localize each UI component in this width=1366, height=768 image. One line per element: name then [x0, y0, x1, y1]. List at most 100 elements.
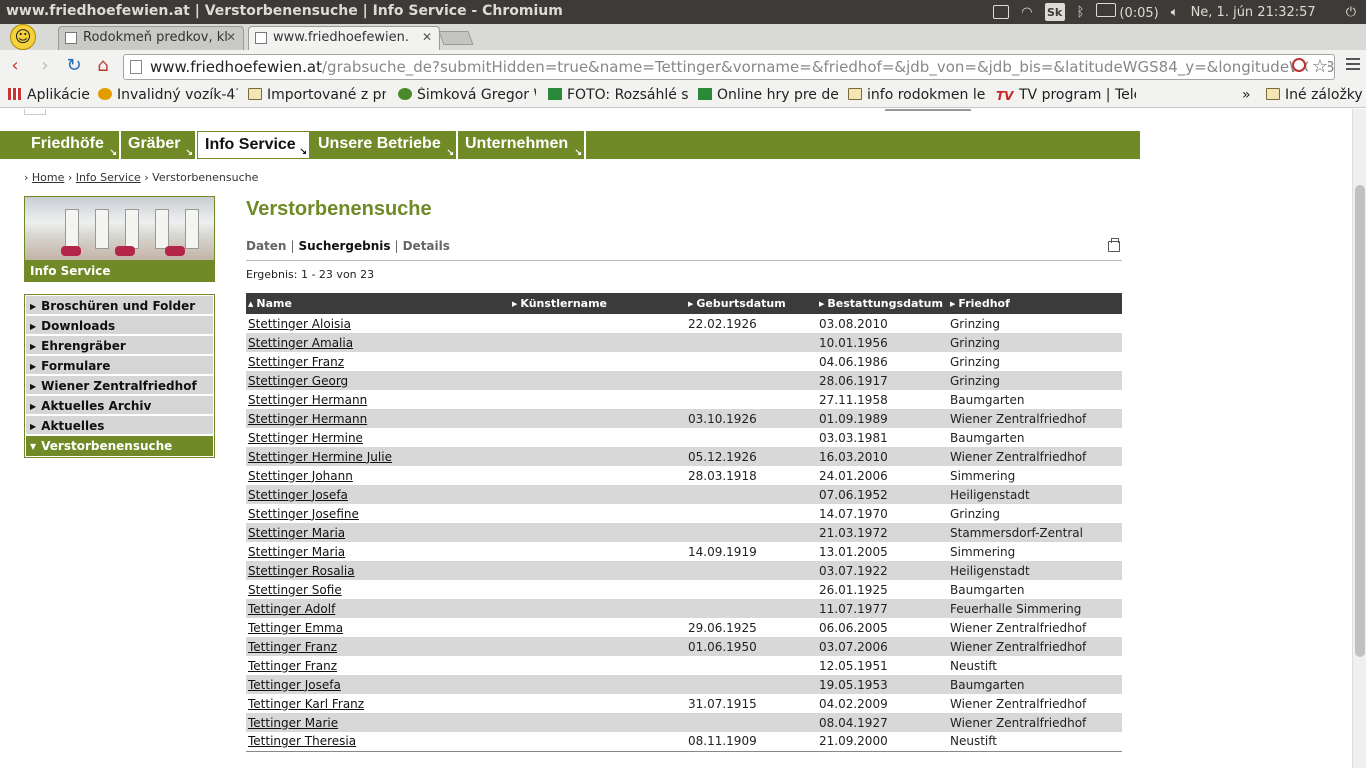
bookmarks-overflow-button[interactable]: » — [1242, 87, 1256, 105]
scrollbar-thumb[interactable] — [1355, 185, 1365, 657]
sidebar-item-zentralfriedhof[interactable]: ▶ Wiener Zentralfriedhof — [26, 376, 213, 396]
sidebar-item-aktuelles-archiv[interactable]: ▶ Aktuelles Archiv — [26, 396, 213, 416]
subnav-suchergebnis: Suchergebnis — [298, 239, 391, 253]
nav-friedhoefe[interactable]: Friedhöfe — [24, 131, 121, 159]
deceased-name-link[interactable]: Stettinger Maria — [248, 526, 345, 540]
table-cell — [686, 390, 817, 409]
bookmark-importovane[interactable]: Importované z prel — [248, 87, 386, 105]
table-cell: 31.07.1915 — [688, 696, 757, 711]
deceased-name-link[interactable]: Stettinger Hermann — [248, 412, 367, 426]
profile-avatar-icon[interactable]: ☺ — [10, 24, 36, 50]
table-cell: Grinzing — [950, 316, 1001, 331]
deceased-name-link[interactable]: Stettinger Rosalia — [248, 564, 355, 578]
deceased-name-link[interactable]: Tettinger Theresia — [248, 734, 356, 748]
deceased-name-link[interactable]: Tettinger Franz — [248, 659, 337, 673]
sidebar-item-formulare[interactable]: ▶ Formulare — [26, 356, 213, 376]
power-icon[interactable]: ⏻ — [1346, 5, 1356, 20]
bookmark-invalidny[interactable]: Invalidný vozík-47€ — [98, 87, 238, 105]
table-cell — [510, 561, 686, 580]
keyboard-layout-indicator[interactable]: Sk — [1044, 3, 1065, 21]
nav-graeber[interactable]: Gräber — [121, 131, 197, 159]
deceased-name-link[interactable]: Stettinger Franz — [248, 355, 344, 369]
deceased-name-link[interactable]: Tettinger Emma — [248, 621, 343, 635]
deceased-name-link[interactable]: Stettinger Hermann — [248, 393, 367, 407]
deceased-name-link[interactable]: Tettinger Marie — [248, 716, 338, 730]
volume-icon[interactable]: 🔈︎ — [1171, 5, 1179, 20]
close-icon[interactable]: ✕ — [422, 30, 432, 44]
table-cell: Stettinger Franz — [246, 352, 510, 371]
bookmark-tv-program[interactable]: TV TV program | Telev — [996, 87, 1136, 105]
bookmark-label: Iné záložky — [1285, 87, 1362, 103]
deceased-name-link[interactable]: Stettinger Maria — [248, 545, 345, 559]
bookmark-other[interactable]: Iné záložky — [1266, 87, 1362, 105]
system-tray: ◠ Sk ᛒ (0:05) 🔈︎ Ne, 1. jún 21:32:57 ⏻ — [993, 0, 1366, 24]
sort-up-icon: ▲ — [248, 300, 254, 308]
column-header-friedhof[interactable]: ▶ Friedhof — [948, 293, 1122, 314]
column-header-kuenstlername[interactable]: ▶ Künstlername — [510, 293, 686, 314]
deceased-name-link[interactable]: Stettinger Hermine Julie — [248, 450, 392, 464]
address-bar[interactable]: www.friedhoefewien.at/grabsuche_de?submi… — [123, 54, 1335, 80]
sidebar-item-aktuelles[interactable]: ▶ Aktuelles — [26, 416, 213, 436]
sort-right-icon: ▶ — [950, 300, 956, 308]
print-icon[interactable] — [1108, 238, 1120, 252]
deceased-name-link[interactable]: Stettinger Josefine — [248, 507, 359, 521]
nav-info-service[interactable]: Info Service — [197, 131, 310, 159]
tab-rodokmen[interactable]: Rodokmeň predkov, kl ✕ — [58, 26, 244, 50]
sidebar-item-broschueren[interactable]: ▶ Broschüren und Folder — [26, 296, 213, 316]
table-cell — [686, 713, 817, 732]
sidebar-item-downloads[interactable]: ▶ Downloads — [26, 316, 213, 336]
deceased-name-link[interactable]: Stettinger Amalia — [248, 336, 353, 350]
forward-button[interactable]: › — [34, 56, 56, 76]
table-cell — [686, 428, 817, 447]
deceased-name-link[interactable]: Stettinger Sofie — [248, 583, 342, 597]
deceased-name-link[interactable]: Stettinger Josefa — [248, 488, 348, 502]
deceased-name-link[interactable]: Tettinger Karl Franz — [248, 697, 364, 711]
bookmark-simkova[interactable]: Šimková Gregor We — [398, 87, 536, 105]
page-info-icon[interactable] — [130, 60, 142, 74]
breadcrumb-info-service[interactable]: Info Service — [76, 171, 141, 184]
sidebar-item-ehrengraeber[interactable]: ▶ Ehrengräber — [26, 336, 213, 356]
tab-label: www.friedhoefewien. — [273, 30, 409, 45]
battery-indicator[interactable]: (0:05) — [1096, 3, 1159, 21]
table-cell — [686, 599, 817, 618]
bookmark-info-rodokmen[interactable]: info rodokmen len — [848, 87, 986, 105]
deceased-name-link[interactable]: Stettinger Hermine — [248, 431, 363, 445]
column-header-bestattungsdatum[interactable]: ▶ Bestattungsdatum — [817, 293, 948, 314]
bookmark-online-hry[interactable]: Online hry pre deti — [698, 87, 838, 105]
wifi-icon[interactable]: ◠ — [1021, 5, 1032, 20]
subnav-daten[interactable]: Daten — [246, 239, 286, 253]
close-icon[interactable]: ✕ — [226, 30, 236, 44]
nav-unternehmen[interactable]: Unternehmen — [458, 131, 586, 159]
deceased-name-link[interactable]: Tettinger Franz — [248, 640, 337, 654]
reload-icon[interactable]: ↻ — [63, 56, 85, 76]
notes-icon[interactable] — [993, 5, 1010, 19]
new-tab-button[interactable] — [438, 31, 474, 45]
deceased-name-link[interactable]: Tettinger Adolf — [248, 602, 335, 616]
table-row: Tettinger Adolf 11.07.1977 Feuerhalle Simm… — [246, 599, 1122, 618]
home-icon[interactable]: ⌂ — [92, 56, 114, 76]
breadcrumb-home[interactable]: Home — [32, 171, 64, 184]
bookmark-foto[interactable]: FOTO: Rozsáhlé se — [548, 87, 688, 105]
bluetooth-icon[interactable]: ᛒ — [1077, 5, 1085, 20]
chevron-right-icon: ▶ — [30, 402, 37, 411]
deceased-name-link[interactable]: Stettinger Johann — [248, 469, 353, 483]
clock[interactable]: Ne, 1. jún 21:32:57 — [1191, 5, 1316, 20]
page-scrollbar[interactable] — [1352, 109, 1366, 768]
nav-unsere-betriebe[interactable]: Unsere Betriebe — [311, 131, 458, 159]
back-button[interactable]: ‹ — [4, 56, 26, 76]
column-header-geburtsdatum[interactable]: ▶ Geburtsdatum — [686, 293, 817, 314]
deceased-name-link[interactable]: Stettinger Aloisia — [248, 317, 351, 331]
table-cell: Stettinger Josefa — [246, 485, 510, 504]
column-header-name[interactable]: ▲ Name — [246, 293, 510, 314]
deceased-name-link[interactable]: Tettinger Josefa — [248, 678, 341, 692]
table-row: Tettinger Emma 29.06.1925 06.06.2005 Wiener… — [246, 618, 1122, 637]
extension-icon[interactable] — [1292, 58, 1306, 72]
tab-friedhoefewien[interactable]: www.friedhoefewien. ✕ — [248, 26, 440, 50]
subnav-details[interactable]: Details — [403, 239, 450, 253]
deceased-name-link[interactable]: Stettinger Georg — [248, 374, 348, 388]
bookmark-apps[interactable]: Aplikácie — [8, 87, 90, 105]
breadcrumb-arrow: › — [24, 171, 32, 184]
sidebar-item-verstorbenensuche[interactable]: ▼ Verstorbenensuche — [26, 436, 213, 456]
bookmark-star-icon[interactable]: ☆ — [1307, 56, 1328, 77]
browser-menu-button[interactable] — [1346, 58, 1360, 73]
